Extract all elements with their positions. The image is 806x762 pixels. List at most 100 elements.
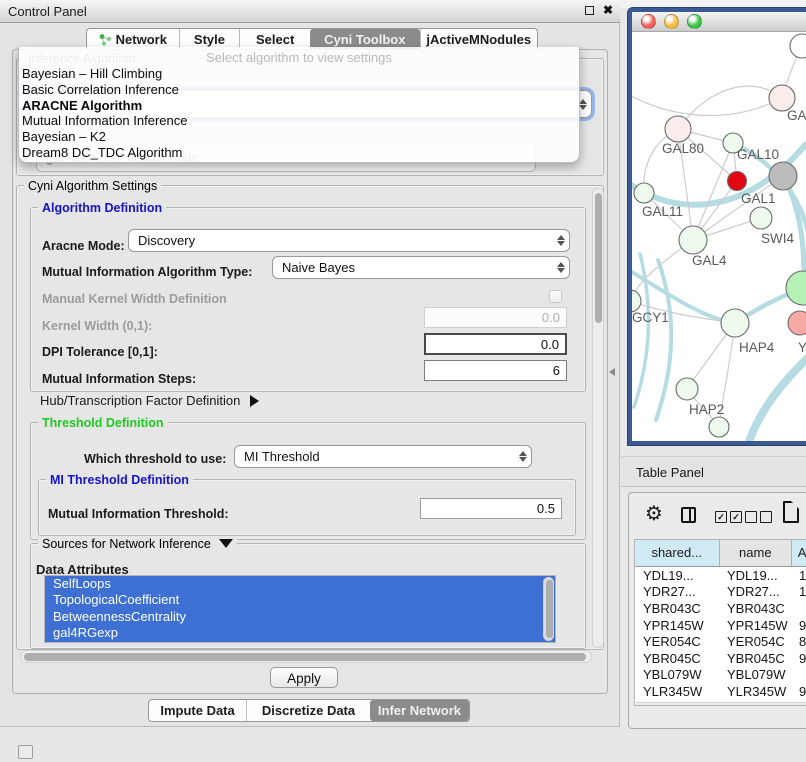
table-cell: YBL079W bbox=[635, 667, 719, 682]
table-row[interactable]: YLR345WYLR345W9. bbox=[635, 683, 806, 700]
network-node[interactable] bbox=[728, 172, 747, 191]
network-view-window: GALGAL80GAL10GAL1GAL11GAL4SWI4GCY1HAP4YH… bbox=[628, 8, 806, 445]
column-header-shared[interactable]: shared... bbox=[635, 540, 720, 566]
hub-definition-toggle[interactable]: Hub/Transcription Factor Definition bbox=[40, 393, 259, 408]
manual-kernel-checkbox[interactable] bbox=[549, 290, 562, 303]
network-node[interactable] bbox=[790, 34, 806, 58]
mi-type-value: Naive Bayes bbox=[273, 260, 553, 275]
tab-discretize-data[interactable]: Discretize Data bbox=[246, 700, 370, 721]
checked-pair-icon[interactable]: ✓✓ bbox=[715, 511, 742, 523]
table-row[interactable]: YDR27...YDR27...12 bbox=[635, 584, 806, 601]
panel-collapse-icon[interactable] bbox=[609, 368, 615, 376]
network-node-gal4[interactable] bbox=[679, 226, 707, 254]
combo-stepper-icon bbox=[553, 262, 569, 273]
table-cell: YDR27... bbox=[719, 584, 791, 599]
table-hscrollbar[interactable] bbox=[636, 702, 806, 706]
table-cell: YBR045C bbox=[719, 651, 791, 666]
table-row[interactable]: YDL19...YDL19...13 bbox=[635, 567, 806, 584]
mi-threshold-field[interactable]: 0.5 bbox=[420, 498, 562, 519]
table-row[interactable]: YBR045CYBR045C9. bbox=[635, 650, 806, 667]
table-cell: YER054C bbox=[635, 634, 719, 649]
dropdown-item-list: Bayesian – Hill ClimbingBasic Correlatio… bbox=[19, 66, 579, 161]
table-hscrollbar-thumb[interactable] bbox=[639, 705, 794, 706]
dpi-tolerance-field[interactable]: 0.0 bbox=[424, 333, 567, 355]
table-body: YDL19...YDL19...13YDR27...YDR27...12YBR0… bbox=[635, 567, 806, 701]
table-panel-header: Table Panel bbox=[621, 456, 806, 487]
columns-icon[interactable] bbox=[681, 507, 696, 523]
table-row[interactable]: YER054CYER054C8. bbox=[635, 633, 806, 650]
algorithm-option[interactable]: Bayesian – Hill Climbing bbox=[19, 66, 579, 82]
table-row[interactable]: YIL052CYIL052C9 bbox=[635, 700, 806, 701]
network-node[interactable] bbox=[709, 417, 729, 437]
data-attribute-item[interactable]: TopologicalCoefficient bbox=[45, 592, 555, 608]
zoom-traffic-light-icon[interactable] bbox=[687, 14, 702, 29]
network-node-hap2[interactable] bbox=[676, 378, 698, 400]
gear-icon[interactable]: ⚙ bbox=[645, 501, 663, 525]
sources-group-title[interactable]: Sources for Network Inference bbox=[38, 537, 237, 551]
close-traffic-light-icon[interactable] bbox=[641, 14, 656, 29]
column-header-A[interactable]: A bbox=[792, 540, 806, 566]
tab-infer-network[interactable]: Infer Network bbox=[370, 700, 469, 721]
algorithm-option[interactable]: Bayesian – K2 bbox=[19, 129, 579, 145]
network-node-gal11[interactable] bbox=[634, 183, 654, 203]
node-label: GAL4 bbox=[692, 253, 727, 268]
network-node-y[interactable] bbox=[788, 311, 806, 335]
float-icon[interactable] bbox=[585, 6, 594, 15]
table-row[interactable]: YBL079WYBL079W bbox=[635, 667, 806, 684]
table-cell: YDL19... bbox=[635, 568, 719, 583]
minimize-traffic-light-icon[interactable] bbox=[664, 14, 679, 29]
unchecked-pair-icon[interactable] bbox=[745, 511, 772, 523]
network-node-swi4[interactable] bbox=[786, 271, 806, 305]
control-panel-title: Control Panel bbox=[8, 4, 87, 19]
settings-hscrollbar-thumb[interactable] bbox=[24, 653, 586, 661]
network-canvas[interactable]: GALGAL80GAL10GAL1GAL11GAL4SWI4GCY1HAP4YH… bbox=[632, 32, 806, 442]
expand-right-icon bbox=[250, 395, 259, 407]
table-cell: YLR345W bbox=[719, 684, 791, 699]
aracne-mode-combo[interactable]: Discovery bbox=[128, 229, 570, 252]
algorithm-option[interactable]: Dream8 DC_TDC Algorithm bbox=[19, 145, 579, 161]
control-panel-titlebar[interactable]: Control Panel ✖ bbox=[0, 0, 620, 23]
network-node-gal80[interactable] bbox=[665, 116, 691, 142]
node-label: Y bbox=[798, 340, 806, 355]
list-vscrollbar[interactable] bbox=[543, 577, 554, 641]
algorithm-option[interactable]: Basic Correlation Inference bbox=[19, 82, 579, 98]
table-cell: YDL19... bbox=[719, 568, 791, 583]
mi-type-combo[interactable]: Naive Bayes bbox=[272, 256, 570, 279]
data-attribute-item[interactable]: BetweennessCentrality bbox=[45, 609, 555, 625]
kernel-width-label: Kernel Width (0,1): bbox=[42, 319, 152, 333]
table-cell: YER054C bbox=[719, 634, 791, 649]
mi-threshold-label: Mutual Information Threshold: bbox=[48, 507, 229, 521]
which-threshold-value: MI Threshold bbox=[235, 449, 515, 464]
network-node-hap4[interactable] bbox=[721, 309, 749, 337]
data-attribute-item[interactable]: gal4RGexp bbox=[45, 625, 555, 641]
network-edge bbox=[656, 260, 671, 420]
network-window-titlebar[interactable] bbox=[632, 12, 806, 32]
table-row[interactable]: YBR043CYBR043C bbox=[635, 600, 806, 617]
data-attributes-list: SelfLoopsTopologicalCoefficientBetweenne… bbox=[44, 575, 556, 643]
settings-vscrollbar-thumb[interactable] bbox=[595, 193, 602, 323]
settings-hscrollbar[interactable] bbox=[20, 650, 592, 663]
network-node-gcy1[interactable] bbox=[632, 290, 641, 312]
table-cell: YDR27... bbox=[635, 584, 719, 599]
close-icon[interactable]: ✖ bbox=[603, 3, 613, 17]
node-label: GAL bbox=[787, 108, 806, 123]
apply-button[interactable]: Apply bbox=[270, 667, 338, 688]
list-vscrollbar-thumb[interactable] bbox=[546, 580, 553, 638]
column-header-name[interactable]: name bbox=[720, 540, 793, 566]
network-edge bbox=[678, 86, 782, 129]
network-node[interactable] bbox=[769, 162, 797, 190]
tab-impute-data[interactable]: Impute Data bbox=[149, 700, 246, 721]
network-node-gal1[interactable] bbox=[750, 207, 772, 229]
settings-vscrollbar[interactable] bbox=[592, 188, 604, 648]
algorithm-option[interactable]: ARACNE Algorithm bbox=[19, 98, 579, 114]
document-icon[interactable] bbox=[783, 501, 799, 523]
algorithm-option[interactable]: Mutual Information Inference bbox=[19, 113, 579, 129]
data-attribute-item[interactable]: SelfLoops bbox=[45, 576, 555, 592]
grid-icon[interactable] bbox=[18, 745, 33, 759]
mi-steps-field[interactable]: 6 bbox=[424, 360, 567, 381]
threshold-definition-title: Threshold Definition bbox=[38, 416, 168, 430]
kernel-width-field[interactable]: 0.0 bbox=[424, 307, 567, 328]
which-threshold-combo[interactable]: MI Threshold bbox=[234, 445, 532, 468]
mi-threshold-group-title: MI Threshold Definition bbox=[46, 473, 193, 487]
table-row[interactable]: YPR145WYPR145W9. bbox=[635, 617, 806, 634]
